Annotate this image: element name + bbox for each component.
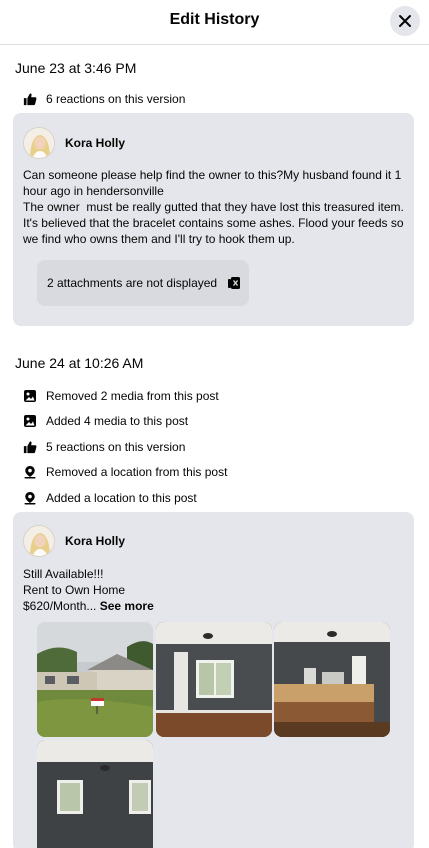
post-author: Kora Holly	[23, 525, 125, 557]
change-text: Added 4 media to this post	[46, 414, 189, 428]
avatar[interactable]	[23, 127, 55, 159]
change-row: 6 reactions on this version	[22, 89, 185, 109]
post-photo-house-exterior[interactable]	[37, 622, 153, 737]
thumbs-up-icon	[22, 439, 38, 455]
dialog-title: Edit History	[169, 11, 260, 28]
version-date: June 23 at 3:46 PM	[15, 60, 137, 76]
post-text: Still Available!!! Rent to Own Home $620…	[23, 566, 408, 614]
change-row: 5 reactions on this version	[22, 437, 185, 457]
see-more-link[interactable]: See more	[100, 599, 154, 613]
thumbs-up-icon	[22, 91, 38, 107]
post-photo-kitchen[interactable]	[274, 622, 390, 737]
hidden-media-icon	[227, 276, 241, 290]
post-card: Kora Holly Still Available!!! Rent to Ow…	[13, 512, 414, 848]
change-row: Added 4 media to this post	[22, 411, 188, 431]
author-name[interactable]: Kora Holly	[65, 534, 125, 548]
author-name[interactable]: Kora Holly	[65, 136, 125, 150]
change-row: Added a location to this post	[22, 488, 197, 508]
post-card: Kora Holly Can someone please help find …	[13, 113, 414, 326]
post-photo-bedroom-2[interactable]	[37, 740, 153, 848]
change-row: Removed 2 media from this post	[22, 386, 219, 406]
change-text: 5 reactions on this version	[46, 440, 186, 454]
change-text: 6 reactions on this version	[46, 92, 186, 106]
dialog-header: Edit History	[0, 0, 429, 45]
photo-icon	[22, 413, 38, 429]
change-text: Removed 2 media from this post	[46, 389, 219, 403]
location-pin-icon	[22, 464, 38, 480]
post-text: Can someone please help find the owner t…	[23, 168, 404, 246]
post-author: Kora Holly	[23, 127, 125, 159]
avatar[interactable]	[23, 525, 55, 557]
location-pin-icon	[22, 490, 38, 506]
version-date: June 24 at 10:26 AM	[15, 355, 144, 371]
photo-icon	[22, 388, 38, 404]
close-icon	[399, 15, 411, 27]
change-text: Removed a location from this post	[46, 465, 228, 479]
attachments-notice: 2 attachments are not displayed	[37, 260, 249, 306]
change-text: Added a location to this post	[46, 491, 197, 505]
attachments-notice-text: 2 attachments are not displayed	[47, 276, 218, 290]
close-button[interactable]	[390, 6, 420, 36]
post-photo-bedroom[interactable]	[156, 622, 272, 737]
change-row: Removed a location from this post	[22, 462, 227, 482]
